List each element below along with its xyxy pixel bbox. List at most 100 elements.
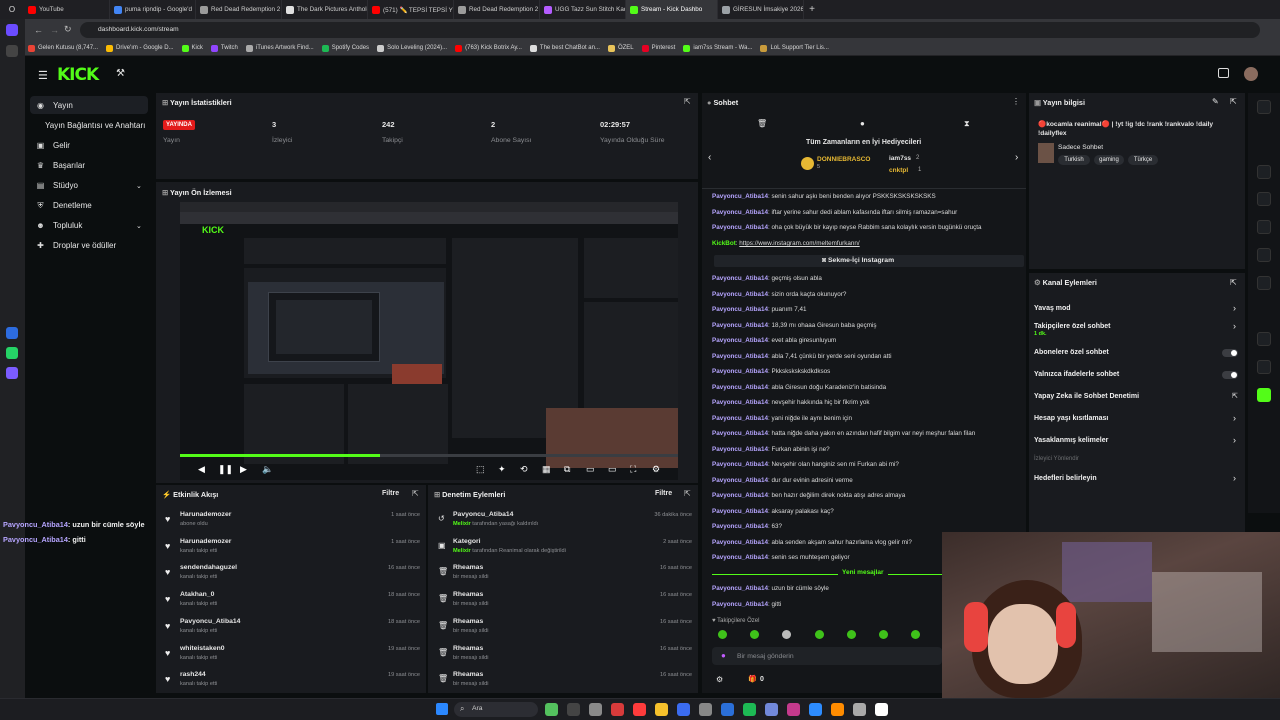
avatar[interactable] <box>1244 67 1258 81</box>
browser-tab[interactable]: (571) ✏️ TEPSİ TEPSİ YEDİ <box>368 0 454 19</box>
opera-logo-icon[interactable]: O <box>0 0 24 19</box>
layout-icon[interactable] <box>1218 68 1229 78</box>
browser-tab[interactable]: GİRESUN İmsakiye 2026 <box>718 0 804 19</box>
channel-action-label[interactable]: Yasaklanmış kelimeler <box>1034 437 1108 444</box>
emote-icon[interactable] <box>718 630 727 639</box>
channel-action-label[interactable]: Hesap yaşı kısıtlaması <box>1034 415 1108 422</box>
moderation-name[interactable]: Pavyoncu_Atiba14 <box>453 511 513 518</box>
emote-icon[interactable] <box>847 630 856 639</box>
bookmark-item[interactable]: Twitch <box>210 44 238 52</box>
moderation-name[interactable]: Rheamas <box>453 591 483 598</box>
activity-name[interactable]: sendendahaguzel <box>180 564 237 571</box>
emote-icon[interactable] <box>815 630 824 639</box>
chat-username[interactable]: Pavyoncu_Atiba14 <box>712 193 768 200</box>
emote-icon[interactable] <box>782 630 791 639</box>
bookmark-item[interactable]: Kick <box>181 44 203 52</box>
chevron-right-icon[interactable]: › <box>1233 473 1236 483</box>
nav-item[interactable]: ⛨ Denetleme <box>36 201 92 210</box>
home-icon[interactable] <box>6 24 18 36</box>
bookmark-item[interactable]: iam7ss Stream - Wa... <box>683 44 752 52</box>
chat-username[interactable]: Pavyoncu_Atiba14 <box>712 384 768 391</box>
bookmark-item[interactable]: LoL Support Tier Lis... <box>760 44 829 52</box>
settings-icon[interactable]: ⚙ <box>652 464 660 475</box>
bookmark-item[interactable]: (763) Kick Botrix Ay... <box>455 44 522 52</box>
moderation-name[interactable]: Rheamas <box>453 564 483 571</box>
taskbar-search[interactable] <box>454 702 538 717</box>
taskbar-app-icon[interactable] <box>853 703 866 716</box>
activity-name[interactable]: Harunademozer <box>180 511 231 518</box>
tag-chip[interactable]: Turkish <box>1058 155 1090 165</box>
reload-icon[interactable]: ↻ <box>64 24 72 35</box>
sparkle-icon[interactable]: ✦ <box>498 464 506 475</box>
nav-item[interactable]: ◉ Yayın <box>36 101 73 110</box>
chevron-right-icon[interactable]: › <box>1233 303 1236 313</box>
phone-icon[interactable] <box>1257 220 1271 234</box>
clip-icon[interactable]: ⬚ <box>476 464 485 475</box>
channel-action-label[interactable]: Yalnızca ifadelerle sohbet <box>1034 371 1119 378</box>
next-chevron-icon[interactable]: › <box>1015 152 1018 163</box>
taskbar-app-icon[interactable] <box>787 703 800 716</box>
app-icon[interactable] <box>6 367 18 379</box>
chat-username[interactable]: KickBot <box>712 240 736 247</box>
chat-username[interactable]: Pavyoncu_Atiba14 <box>712 539 768 546</box>
nav-item[interactable]: ♛ Başarılar <box>36 161 85 170</box>
taskbar-app-icon[interactable] <box>875 703 888 716</box>
bookmark-item[interactable]: ÖZEL <box>607 44 634 52</box>
nav-item[interactable]: ▤ Stüdyo ⌄ <box>36 181 142 190</box>
channel-action-label[interactable]: Hedefleri belirleyin <box>1034 475 1097 482</box>
bookmark-item[interactable]: Spotify Codes <box>321 44 369 52</box>
chat-username[interactable]: Pavyoncu_Atiba14 <box>712 291 768 298</box>
chat-username[interactable]: Pavyoncu_Atiba14 <box>712 353 768 360</box>
emote-icon[interactable] <box>750 630 759 639</box>
taskbar-app-icon[interactable] <box>655 703 668 716</box>
trash-icon[interactable]: 🗑 <box>757 119 767 128</box>
prev-chevron-icon[interactable]: ‹ <box>708 152 711 163</box>
browser-tab[interactable]: The Dark Pictures Antholo <box>282 0 368 19</box>
whatsapp-icon[interactable] <box>6 347 18 359</box>
chat-username[interactable]: Pavyoncu_Atiba14 <box>712 322 768 329</box>
toggle-switch[interactable] <box>1222 349 1238 357</box>
info-icon[interactable] <box>1257 100 1271 114</box>
external-link-icon[interactable]: ⇱ <box>1230 278 1237 287</box>
rewind-icon[interactable]: ◀ <box>198 464 205 475</box>
chat-username[interactable]: Pavyoncu_Atiba14 <box>712 601 768 608</box>
bookmark-item[interactable]: Solo Leveling (2024)... <box>377 44 447 52</box>
channel-action-label[interactable]: Yavaş mod <box>1034 305 1071 312</box>
share-icon[interactable] <box>1257 360 1271 374</box>
rewind-clock-icon[interactable]: ⟲ <box>520 464 528 475</box>
nav-item[interactable]: ▣ Gelir <box>36 141 70 150</box>
browser-tab[interactable]: Red Dead Redemption 2 <box>196 0 282 19</box>
back-icon[interactable]: ← <box>34 25 43 35</box>
external-link-icon[interactable]: ⇱ <box>1230 97 1237 106</box>
chat-bubble-icon[interactable]: ● <box>860 119 865 128</box>
bookmark-item[interactable]: The best ChatBot an... <box>529 44 600 52</box>
taskbar-app-icon[interactable] <box>589 703 602 716</box>
hourglass-icon[interactable]: ⧗ <box>964 119 970 129</box>
chat-username[interactable]: Pavyoncu_Atiba14 <box>712 224 768 231</box>
chat-username[interactable]: Pavyoncu_Atiba14 <box>712 275 768 282</box>
chevron-down-icon[interactable]: ⌄ <box>136 182 142 190</box>
volume-icon[interactable]: 🔈 <box>262 464 273 475</box>
chevron-right-icon[interactable]: › <box>1233 321 1236 331</box>
taskbar-app-icon[interactable] <box>743 703 756 716</box>
moderation-name[interactable]: Rheamas <box>453 671 483 678</box>
emote-icon[interactable] <box>879 630 888 639</box>
chat-username[interactable]: Pavyoncu_Atiba14 <box>712 461 768 468</box>
messenger-icon[interactable] <box>6 327 18 339</box>
gift-icon[interactable]: 🎁 <box>748 675 757 683</box>
chat-icon[interactable] <box>1257 248 1271 262</box>
chat-username[interactable]: Pavyoncu_Atiba14 <box>712 337 768 344</box>
crosshair-icon[interactable] <box>1257 165 1271 179</box>
external-link-icon[interactable]: ⇱ <box>684 489 691 498</box>
category-name[interactable]: Sadece Sohbet <box>1058 144 1103 151</box>
browser-tab[interactable]: Red Dead Redemption 2 <box>454 0 540 19</box>
taskbar-app-icon[interactable] <box>765 703 778 716</box>
channel-action-label[interactable]: İzleyici Yönlendir <box>1034 456 1079 462</box>
browser-tab[interactable]: YouTube <box>24 0 110 19</box>
activity-name[interactable]: Atakhan_0 <box>180 591 214 598</box>
external-link-icon[interactable]: ⇱ <box>684 97 691 106</box>
chat-link[interactable]: https://www.instagram.com/meltemfurkann/ <box>739 240 859 247</box>
settings-users-icon[interactable]: ⚙ <box>716 675 723 684</box>
external-link-icon[interactable]: ⇱ <box>412 489 419 498</box>
url-input[interactable]: dashboard.kick.com/stream <box>80 22 1260 38</box>
